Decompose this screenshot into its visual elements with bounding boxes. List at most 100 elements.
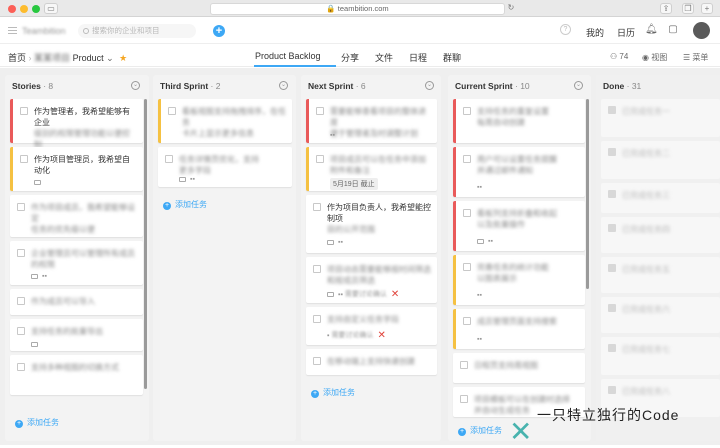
checked-icon[interactable] <box>608 344 616 352</box>
new-tab-icon[interactable]: + <box>701 3 713 14</box>
members-button[interactable]: ⚇ 74 <box>610 52 628 61</box>
column-menu-icon[interactable]: ⌄ <box>425 81 434 90</box>
column-menu-icon[interactable]: ⌄ <box>279 81 288 90</box>
column-menu-icon[interactable]: ⌄ <box>131 81 140 90</box>
task-checkbox[interactable] <box>17 297 25 305</box>
calendar-link[interactable]: 日历 <box>617 26 635 39</box>
done-task-card[interactable]: 已完成任务五 <box>601 257 720 293</box>
tab-group-chat[interactable]: 群聊 <box>443 51 461 64</box>
task-card[interactable]: 日程页支持周视图 <box>453 353 585 383</box>
task-card[interactable]: 在移动端上支持快速创建 <box>306 349 437 375</box>
column-title[interactable]: Done · 31 <box>603 81 641 91</box>
close-window-button[interactable] <box>8 5 16 13</box>
task-checkbox[interactable] <box>17 363 25 371</box>
close-icon[interactable]: ✕ <box>377 330 385 341</box>
app-logo[interactable]: Teambition <box>22 26 66 36</box>
task-checkbox[interactable] <box>313 357 321 365</box>
task-card[interactable]: 作为管理者，我希望能够有企业 级别的权限管理功能以便控制 <box>10 99 143 149</box>
column-scrollbar[interactable] <box>586 99 589 289</box>
task-card[interactable]: 项目成员可以在任务中添加 附件和备注 5月19日 截止 <box>306 147 437 191</box>
checked-icon[interactable] <box>608 264 616 272</box>
menu-icon[interactable] <box>8 27 17 34</box>
task-card[interactable]: 项目动态需要能够按时间筛选 和按成员筛选 ▪▪ 需要讨论确认 ✕ <box>306 257 437 303</box>
task-card[interactable]: 支持任务的批量导出 <box>10 319 143 351</box>
task-card[interactable]: 支持多种视图的切换方式 <box>10 355 143 395</box>
project-name[interactable]: Product <box>73 53 104 63</box>
done-task-card[interactable]: 已完成任务六 <box>601 297 720 333</box>
checked-icon[interactable] <box>608 224 616 232</box>
task-card[interactable]: 企业管理员可以管理所有成员 的权限 ▪▪ <box>10 241 143 285</box>
task-checkbox[interactable] <box>17 327 25 335</box>
task-checkbox[interactable] <box>20 107 28 115</box>
column-menu-icon[interactable]: ⌄ <box>574 81 583 90</box>
checked-icon[interactable] <box>608 304 616 312</box>
task-card[interactable]: 作为项目成员，我希望能够设定 任务的优先级以便 <box>10 195 143 237</box>
task-checkbox[interactable] <box>313 315 321 323</box>
user-avatar[interactable] <box>693 22 710 39</box>
task-checkbox[interactable] <box>460 395 468 403</box>
done-task-card[interactable]: 已完成任务七 <box>601 337 720 375</box>
task-card[interactable]: 支持自定义任务字段 ▪ 需要讨论确认 ✕ <box>306 307 437 345</box>
menu-button[interactable]: ☰ 菜单 <box>683 52 708 63</box>
task-checkbox[interactable] <box>463 155 471 163</box>
column-title[interactable]: Current Sprint · 10 <box>455 81 530 91</box>
breadcrumb-org[interactable]: 某某项目 <box>34 53 70 63</box>
chevron-down-icon[interactable]: ⌄ <box>106 53 114 63</box>
add-task-button[interactable]: + 添加任务 <box>458 425 502 436</box>
column-title[interactable]: Stories · 8 <box>12 81 53 91</box>
task-checkbox[interactable] <box>460 361 468 369</box>
task-checkbox[interactable] <box>463 317 471 325</box>
add-task-button[interactable]: + 添加任务 <box>15 417 59 428</box>
task-checkbox[interactable] <box>463 263 471 271</box>
help-icon[interactable]: ? <box>560 24 571 35</box>
minimize-window-button[interactable] <box>20 5 28 13</box>
task-checkbox[interactable] <box>17 203 25 211</box>
quick-create-button[interactable]: + <box>213 25 225 37</box>
task-card[interactable]: 用户可以设置任务提醒 并通过邮件通知 ▪▪ <box>453 147 585 197</box>
task-checkbox[interactable] <box>463 107 471 115</box>
breadcrumb-home[interactable]: 首页 <box>8 53 26 63</box>
task-card[interactable]: 成员管理页面支持搜索 ▪▪ <box>453 309 585 349</box>
task-card[interactable]: 完善任务的统计功能 以图表展示 ▪▪ <box>453 255 585 305</box>
task-card[interactable]: 作为项目管理员，我希望自动化 <box>10 147 143 191</box>
task-checkbox[interactable] <box>316 107 324 115</box>
share-icon[interactable]: ⇪ <box>660 3 672 14</box>
close-icon[interactable]: ✕ <box>391 289 399 300</box>
task-checkbox[interactable] <box>313 265 321 273</box>
checked-icon[interactable] <box>608 148 616 156</box>
column-scrollbar[interactable] <box>144 99 147 389</box>
done-task-card[interactable]: 已完成任务二 <box>601 141 720 179</box>
task-checkbox[interactable] <box>17 249 25 257</box>
task-checkbox[interactable] <box>168 107 176 115</box>
sidebar-toggle-icon[interactable]: ▭ <box>44 3 58 14</box>
column-title[interactable]: Third Sprint · 2 <box>160 81 220 91</box>
done-task-card[interactable]: 已完成任务一 <box>601 99 720 137</box>
address-bar[interactable]: 🔒 teambition.com <box>210 3 505 15</box>
task-checkbox[interactable] <box>463 209 471 217</box>
done-task-card[interactable]: 已完成任务三 <box>601 183 720 213</box>
task-checkbox[interactable] <box>20 155 28 163</box>
tab-files[interactable]: 文件 <box>375 51 393 64</box>
add-task-button[interactable]: + 添加任务 <box>311 387 355 398</box>
bell-icon[interactable]: 🔔︎ <box>645 24 658 36</box>
tab-product-backlog[interactable]: Product Backlog <box>255 51 321 61</box>
done-task-card[interactable]: 已完成任务四 <box>601 217 720 253</box>
task-card[interactable]: 作为成员可以导入 <box>10 289 143 315</box>
column-title[interactable]: Next Sprint · 6 <box>308 81 366 91</box>
chat-icon[interactable]: ▢ <box>667 24 679 36</box>
maximize-window-button[interactable] <box>32 5 40 13</box>
checked-icon[interactable] <box>608 190 616 198</box>
task-card[interactable]: 需要能够查看项目的整体进度 便于管理者及时调整计划 ▪▪ <box>306 99 437 143</box>
task-card[interactable]: 作为项目负责人，我希望能控制项 目的公开范围 ▪▪ <box>306 195 437 253</box>
task-checkbox[interactable] <box>316 155 324 163</box>
task-checkbox[interactable] <box>313 203 321 211</box>
checked-icon[interactable] <box>608 386 616 394</box>
task-card[interactable]: 看板视图支持拖拽排序，在任务 卡片上显示更多信息 <box>158 99 292 143</box>
task-card[interactable]: 任务详情页优化，支持 更多字段 ▪▪ <box>158 147 292 187</box>
task-checkbox[interactable] <box>165 155 173 163</box>
star-icon[interactable]: ★ <box>119 53 127 63</box>
view-button[interactable]: ◉ 视图 <box>642 52 667 63</box>
task-card[interactable]: 看板列支持折叠和收起 以及批量操作 ▪▪ <box>453 201 585 251</box>
task-card[interactable]: 支持任务的重复设置 每周自动创建 <box>453 99 585 143</box>
search-input[interactable]: 搜索你的企业和项目 <box>78 24 196 38</box>
